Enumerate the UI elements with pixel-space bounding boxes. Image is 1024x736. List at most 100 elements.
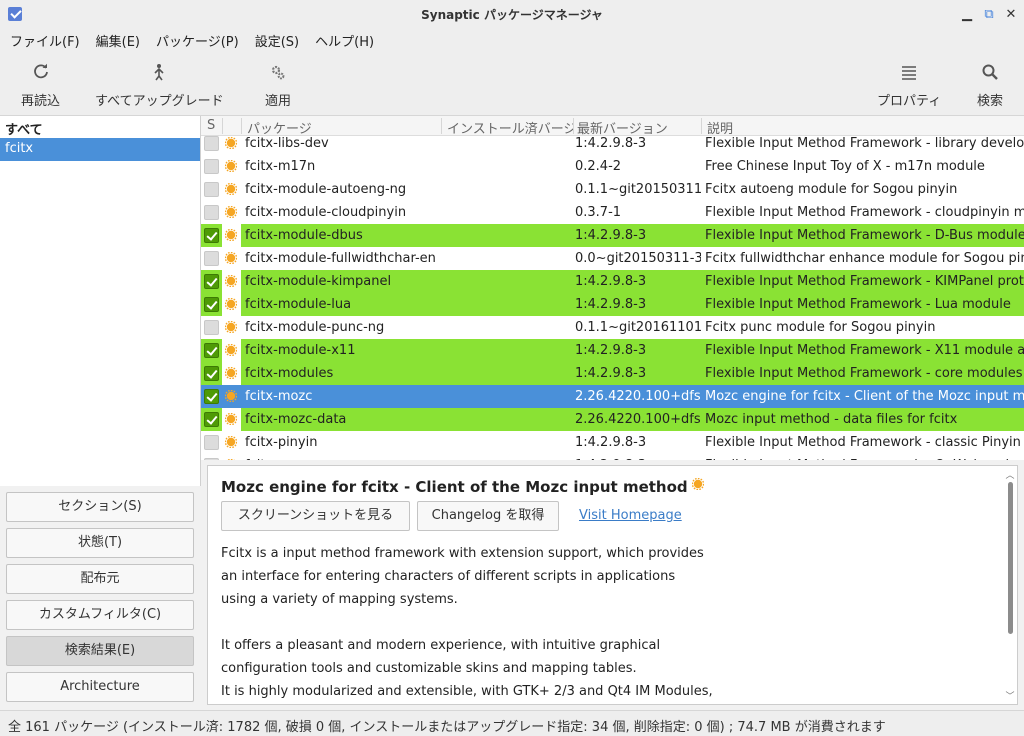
menu-file[interactable]: ファイル(F) [4,28,86,50]
close-icon[interactable]: ✕ [1002,4,1020,24]
package-checkbox[interactable] [204,389,219,404]
menu-help[interactable]: ヘルプ(H) [309,28,380,50]
package-name: fcitx-module-cloudpinyin [245,205,407,220]
scroll-down-icon[interactable]: ﹀ [1005,689,1015,702]
package-list-header: S パッケージ インストール済バージョン 最新バージョン 説明 [201,116,1024,137]
upgrade-all-button[interactable]: すべてアップグレード [95,60,224,109]
minimize-icon[interactable]: ▁ [958,4,976,24]
package-row[interactable]: fcitx-m17n 0.2.4-2 Free Chinese Input Toy … [201,155,1024,178]
column-installed-version[interactable]: インストール済バージョン [447,118,573,137]
package-name: fcitx-m17n [245,159,316,174]
filter-mode-buttons: セクション(S) 状態(T) 配布元 カスタムフィルタ(C) 検索結果(E) A… [0,486,201,710]
package-checkbox[interactable] [204,228,219,243]
package-checkbox[interactable] [204,412,219,427]
package-row[interactable]: fcitx-module-fullwidthchar-en 0.0~git2015… [201,247,1024,270]
filter-item-fcitx[interactable]: fcitx [0,138,200,161]
properties-button[interactable]: プロパティ [877,60,941,109]
package-rows: fcitx-libs-dev 1:4.2.9.8-3 Flexible Input … [201,136,1024,460]
package-checkbox[interactable] [204,205,219,220]
package-checkbox[interactable] [204,251,219,266]
package-name: fcitx-module-punc-ng [245,320,385,335]
search-button[interactable]: 検索 [977,60,1003,109]
package-row[interactable]: fcitx-module-punc-ng 0.1.1~git20161101 Fci… [201,316,1024,339]
description-line: an interface for entering characters of … [221,569,676,584]
column-status[interactable]: S [207,118,215,133]
package-row[interactable]: fcitx-module-lua 1:4.2.9.8-3 Flexible Inpu… [201,293,1024,316]
menu-settings[interactable]: 設定(S) [249,28,305,50]
package-checkbox[interactable] [204,320,219,335]
package-description: Flexible Input Method Framework - classi… [705,435,1021,450]
reload-button[interactable]: 再読込 [21,60,60,109]
package-checkbox[interactable] [204,182,219,197]
package-latest-version: 0.3.7-1 [575,205,622,220]
supported-badge-icon [225,321,237,333]
details-title: Mozc engine for fcitx - Client of the Mo… [221,478,704,496]
restore-icon[interactable]: ⧉ [980,4,998,24]
package-checkbox[interactable] [204,435,219,450]
package-row[interactable]: fcitx-mozc-data 2.26.4220.100+dfsg Mozc in… [201,408,1024,431]
supported-badge-icon [225,298,237,310]
package-checkbox[interactable] [204,366,219,381]
details-scrollbar[interactable]: ︿ ﹀ [1005,468,1015,702]
package-row[interactable]: fcitx-module-dbus 1:4.2.9.8-3 Flexible Inp… [201,224,1024,247]
package-name: fcitx-pinyin [245,435,318,450]
architecture-button[interactable]: Architecture [6,672,194,702]
package-row[interactable]: fcitx-mozc 2.26.4220.100+dfsg Mozc engine … [201,385,1024,408]
package-description: Flexible Input Method Framework - KIMPan… [705,274,1024,289]
supported-badge-icon [225,344,237,356]
package-row[interactable]: fcitx-pinyin 1:4.2.9.8-3 Flexible Input Me… [201,431,1024,454]
package-latest-version: 1:4.2.9.8-3 [575,366,647,381]
package-checkbox[interactable] [204,136,219,151]
supported-badge-icon [225,252,237,264]
sections-button[interactable]: セクション(S) [6,492,194,522]
description-line [221,611,991,634]
apply-label: 適用 [265,94,292,109]
package-name: fcitx-module-dbus [245,228,363,243]
package-checkbox[interactable] [204,458,219,460]
scrollbar-thumb[interactable] [1008,482,1013,634]
search-results-button[interactable]: 検索結果(E) [6,636,194,666]
package-row[interactable]: fcitx-module-kimpanel 1:4.2.9.8-3 Flexible… [201,270,1024,293]
status-button[interactable]: 状態(T) [6,528,194,558]
menu-package[interactable]: パッケージ(P) [150,28,245,50]
package-name: fcitx-qw [245,458,297,460]
visit-homepage-link[interactable]: Visit Homepage [579,508,682,523]
package-latest-version: 0.0~git20150311-3 [575,251,701,266]
get-screenshot-button[interactable]: スクリーンショットを見る [221,501,410,531]
package-row[interactable]: fcitx-module-cloudpinyin 0.3.7-1 Flexible … [201,201,1024,224]
package-row[interactable]: fcitx-libs-dev 1:4.2.9.8-3 Flexible Input … [201,136,1024,155]
custom-filters-button[interactable]: カスタムフィルタ(C) [6,600,194,630]
apply-button[interactable]: 適用 [265,60,291,109]
title-bar: Synaptic パッケージマネージャ ▁ ⧉ ✕ [0,0,1024,28]
scroll-up-icon[interactable]: ︿ [1005,468,1015,481]
upgrade-all-label: すべてアップグレード [95,94,224,109]
package-latest-version: 0.1.1~git20161101 [575,320,701,335]
package-row[interactable]: fcitx-qw 1:4.2.9.8-3 Flexible Input Method… [201,454,1024,460]
package-row[interactable]: fcitx-modules 1:4.2.9.8-3 Flexible Input M… [201,362,1024,385]
package-checkbox[interactable] [204,159,219,174]
package-description: Flexible Input Method Framework - QuWei … [705,458,1024,460]
origin-button[interactable]: 配布元 [6,564,194,594]
package-description: Flexible Input Method Framework - cloudp… [705,205,1024,220]
filter-header[interactable]: すべて [0,116,200,138]
window-controls: ▁ ⧉ ✕ [958,4,1020,24]
package-details-pane: Mozc engine for fcitx - Client of the Mo… [207,465,1018,705]
menu-bar: ファイル(F) 編集(E) パッケージ(P) 設定(S) ヘルプ(H) [0,28,1024,50]
get-changelog-button[interactable]: Changelog を取得 [417,501,559,531]
apply-gears-icon [266,60,290,84]
column-latest-version[interactable]: 最新バージョン [577,118,668,137]
package-checkbox[interactable] [204,274,219,289]
package-row[interactable]: fcitx-module-autoeng-ng 0.1.1~git20150311… [201,178,1024,201]
menu-edit[interactable]: 編集(E) [90,28,146,50]
package-latest-version: 1:4.2.9.8-3 [575,297,647,312]
package-checkbox[interactable] [204,343,219,358]
column-description[interactable]: 説明 [707,118,733,137]
package-description: Flexible Input Method Framework - core m… [705,366,1023,381]
package-name: fcitx-libs-dev [245,136,329,151]
package-row[interactable]: fcitx-module-x11 1:4.2.9.8-3 Flexible Inpu… [201,339,1024,362]
column-package[interactable]: パッケージ [247,118,312,137]
package-name: fcitx-module-lua [245,297,352,312]
package-checkbox[interactable] [204,297,219,312]
details-description: Fcitx is a input method framework with e… [221,542,991,703]
package-description: Fcitx fullwidthchar enhance module for S… [705,251,1024,266]
